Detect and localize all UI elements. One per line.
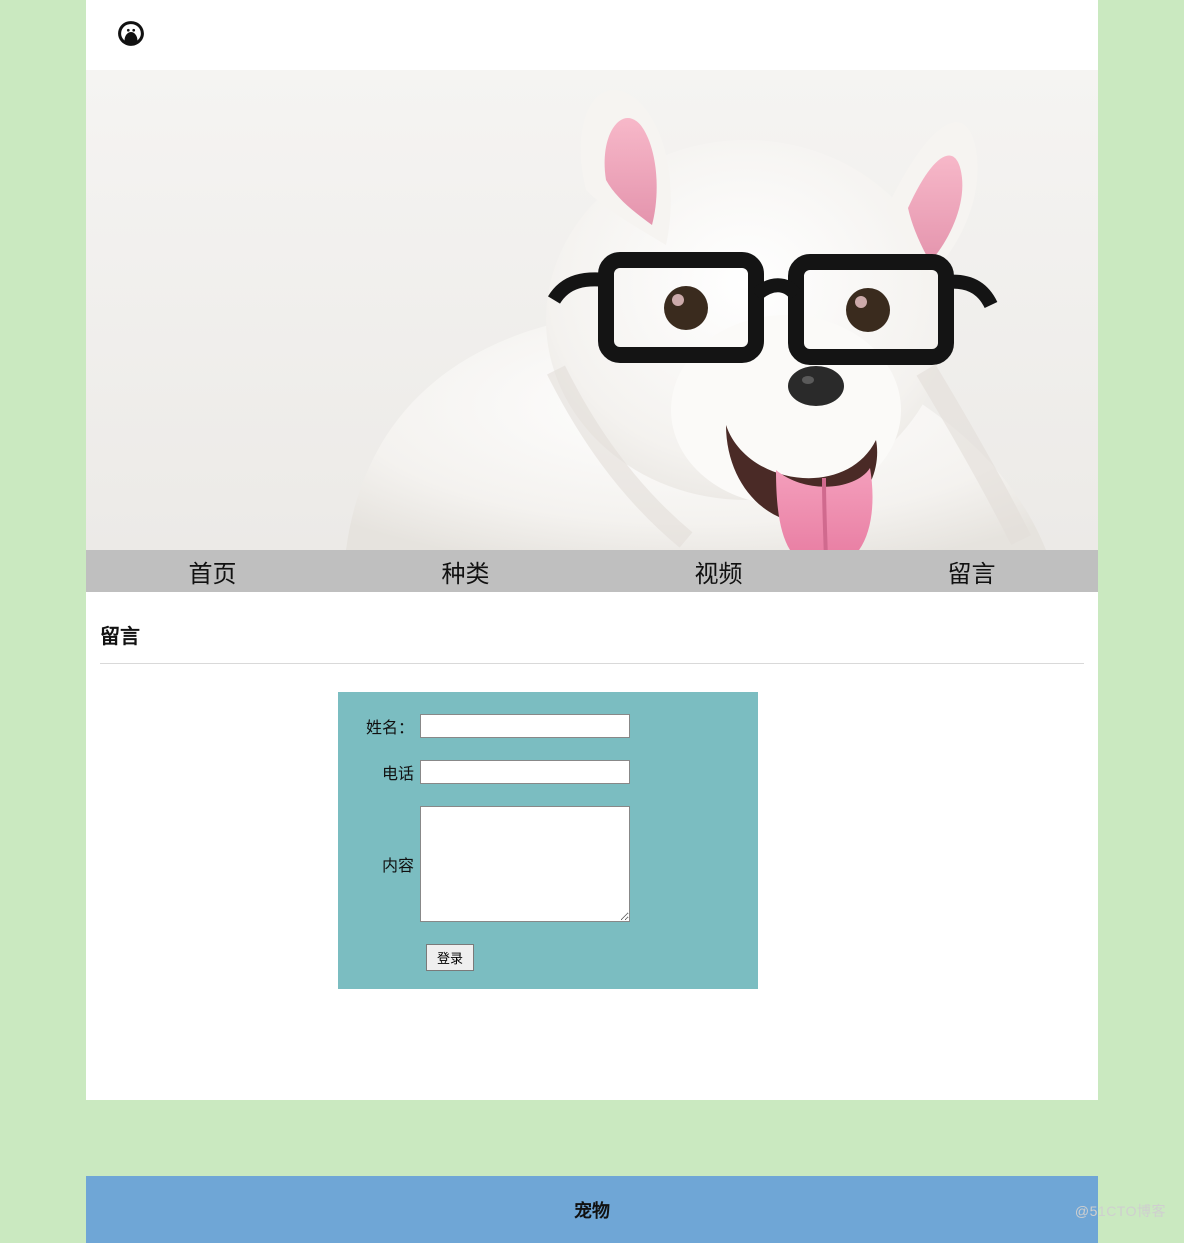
nav-home[interactable]: 首页	[86, 554, 339, 589]
name-input[interactable]	[420, 714, 630, 738]
section-title: 留言	[100, 620, 1084, 663]
nav-message[interactable]: 留言	[845, 554, 1098, 589]
submit-button[interactable]: 登录	[426, 944, 474, 971]
page-container: 首页 种类 视频 留言 留言 姓名： 电话 内容 登录	[86, 0, 1098, 1100]
pet-hands-logo-icon	[114, 16, 148, 55]
content-textarea[interactable]	[420, 806, 630, 922]
logo-box	[86, 0, 176, 70]
phone-label: 电话	[360, 760, 420, 784]
hero-banner	[86, 70, 1098, 550]
nav-video[interactable]: 视频	[592, 554, 845, 589]
phone-input[interactable]	[420, 760, 630, 784]
message-form: 姓名： 电话 内容 登录	[338, 692, 758, 989]
main-nav: 首页 种类 视频 留言	[86, 550, 1098, 592]
content-label: 内容	[360, 852, 420, 876]
nav-category[interactable]: 种类	[339, 554, 592, 589]
dog-with-glasses-icon	[86, 70, 1098, 550]
footer-text: 宠物	[574, 1197, 610, 1223]
name-label: 姓名：	[360, 714, 420, 738]
divider	[100, 663, 1084, 664]
content-area: 留言 姓名： 电话 内容 登录	[86, 592, 1098, 989]
footer: 宠物	[86, 1176, 1098, 1243]
